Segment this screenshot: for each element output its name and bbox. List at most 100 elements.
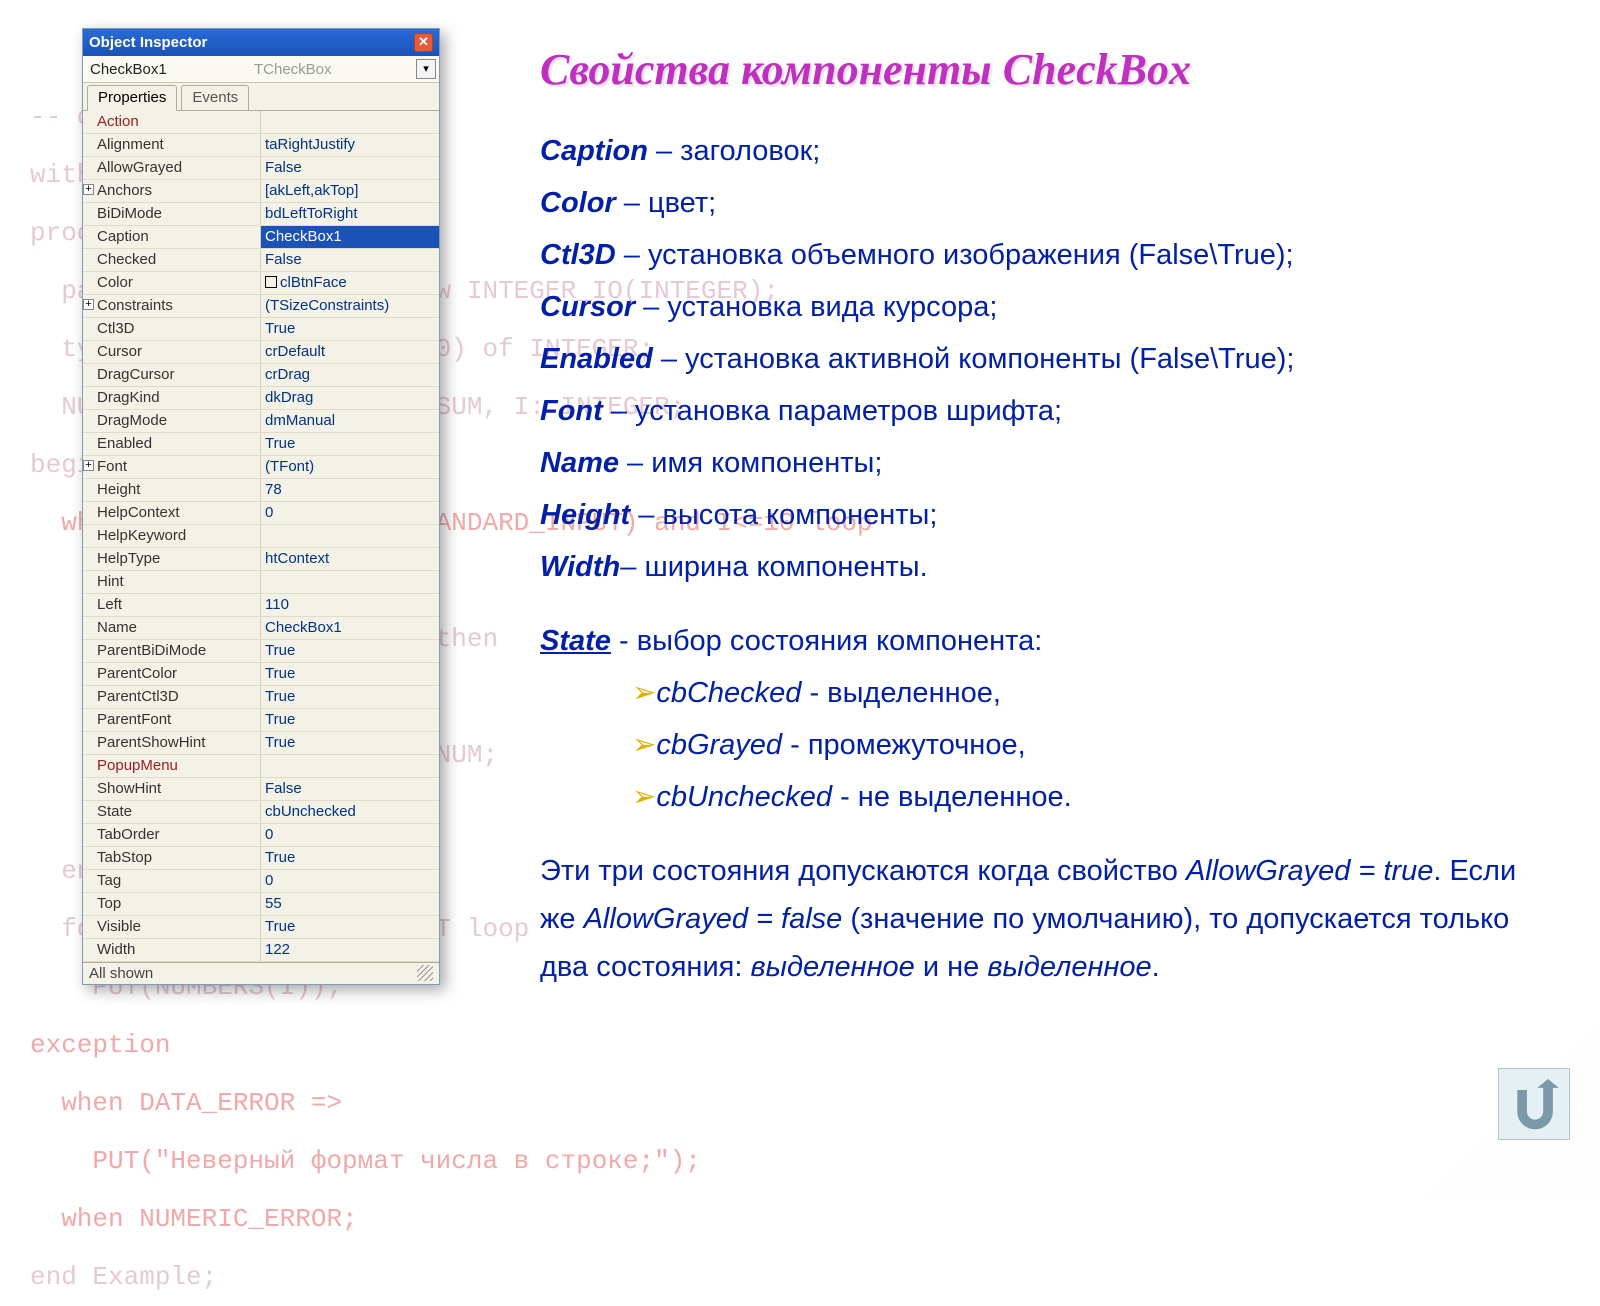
expand-icon[interactable]: + — [83, 184, 94, 195]
property-row[interactable]: HelpContext0 — [83, 502, 439, 525]
property-value[interactable]: (TFont) — [261, 456, 439, 478]
resize-grip-icon[interactable] — [417, 965, 433, 981]
property-value[interactable]: [akLeft,akTop] — [261, 180, 439, 202]
property-row[interactable]: +Anchors[akLeft,akTop] — [83, 180, 439, 203]
property-row[interactable]: Left110 — [83, 594, 439, 617]
property-row[interactable]: TabStopTrue — [83, 847, 439, 870]
property-row[interactable]: CursorcrDefault — [83, 341, 439, 364]
property-row[interactable]: StatecbUnchecked — [83, 801, 439, 824]
property-row[interactable]: Width122 — [83, 939, 439, 962]
property-row[interactable]: DragKinddkDrag — [83, 387, 439, 410]
property-value[interactable]: True — [261, 663, 439, 685]
property-name: Alignment — [83, 134, 261, 156]
property-value[interactable]: True — [261, 433, 439, 455]
property-value[interactable]: dkDrag — [261, 387, 439, 409]
property-value[interactable] — [261, 525, 439, 547]
property-row[interactable]: Ctl3DTrue — [83, 318, 439, 341]
property-value[interactable]: taRightJustify — [261, 134, 439, 156]
property-value[interactable]: True — [261, 847, 439, 869]
property-value[interactable]: 78 — [261, 479, 439, 501]
property-row[interactable]: Tag0 — [83, 870, 439, 893]
property-value[interactable]: True — [261, 318, 439, 340]
property-row[interactable]: ColorclBtnFace — [83, 272, 439, 295]
property-row[interactable]: PopupMenu — [83, 755, 439, 778]
property-value[interactable]: htContext — [261, 548, 439, 570]
property-row[interactable]: ShowHintFalse — [83, 778, 439, 801]
property-value[interactable]: True — [261, 686, 439, 708]
property-value[interactable] — [261, 571, 439, 593]
property-row[interactable]: ParentCtl3DTrue — [83, 686, 439, 709]
property-row[interactable]: HelpTypehtContext — [83, 548, 439, 571]
expand-icon[interactable]: + — [83, 299, 94, 310]
property-row[interactable]: HelpKeyword — [83, 525, 439, 548]
property-row[interactable]: DragModedmManual — [83, 410, 439, 433]
property-value[interactable]: True — [261, 709, 439, 731]
chevron-down-icon[interactable]: ▾ — [416, 59, 436, 79]
property-value[interactable]: 122 — [261, 939, 439, 961]
property-name: BiDiMode — [83, 203, 261, 225]
property-name: Width — [83, 939, 261, 961]
property-value[interactable]: True — [261, 732, 439, 754]
property-row[interactable]: CheckedFalse — [83, 249, 439, 272]
property-name: Top — [83, 893, 261, 915]
property-row[interactable]: NameCheckBox1 — [83, 617, 439, 640]
property-name: ParentFont — [83, 709, 261, 731]
property-value[interactable]: False — [261, 249, 439, 271]
property-value[interactable]: bdLeftToRight — [261, 203, 439, 225]
state-item: ➢cbGrayed - промежуточное, — [540, 719, 1520, 771]
property-value[interactable]: clBtnFace — [261, 272, 439, 294]
expand-icon[interactable]: + — [83, 460, 94, 471]
property-item: Font – установка параметров шрифта; — [540, 385, 1520, 437]
property-row[interactable]: Hint — [83, 571, 439, 594]
property-value[interactable]: 55 — [261, 893, 439, 915]
property-row[interactable]: Top55 — [83, 893, 439, 916]
property-row[interactable]: +Constraints(TSizeConstraints) — [83, 295, 439, 318]
titlebar[interactable]: Object Inspector ✕ — [83, 29, 439, 56]
property-value[interactable]: True — [261, 640, 439, 662]
property-row[interactable]: AlignmenttaRightJustify — [83, 134, 439, 157]
tab-events[interactable]: Events — [181, 85, 249, 110]
property-row[interactable]: EnabledTrue — [83, 433, 439, 456]
property-row[interactable]: Action — [83, 111, 439, 134]
status-bar: All shown — [83, 962, 439, 984]
property-value[interactable]: 0 — [261, 502, 439, 524]
component-selector[interactable]: CheckBox1 TCheckBox ▾ — [83, 56, 439, 83]
property-row[interactable]: VisibleTrue — [83, 916, 439, 939]
property-value[interactable]: 110 — [261, 594, 439, 616]
property-row[interactable]: ParentBiDiModeTrue — [83, 640, 439, 663]
property-row[interactable]: Height78 — [83, 479, 439, 502]
property-row[interactable]: ParentShowHintTrue — [83, 732, 439, 755]
property-value[interactable] — [261, 111, 439, 133]
property-name: Caption — [83, 226, 261, 248]
property-value[interactable] — [261, 755, 439, 777]
state-values: ➢cbChecked - выделенное,➢cbGrayed - пром… — [540, 667, 1520, 823]
slide-content: Свойства компоненты CheckBox Caption – з… — [540, 44, 1520, 991]
property-value[interactable]: CheckBox1 — [261, 226, 439, 248]
property-item: Cursor – установка вида курсора; — [540, 281, 1520, 333]
property-value[interactable]: dmManual — [261, 410, 439, 432]
property-value[interactable]: False — [261, 778, 439, 800]
close-icon[interactable]: ✕ — [414, 33, 433, 52]
tab-properties[interactable]: Properties — [87, 85, 177, 111]
property-name: HelpType — [83, 548, 261, 570]
property-row[interactable]: ParentFontTrue — [83, 709, 439, 732]
property-value[interactable]: False — [261, 157, 439, 179]
property-value[interactable]: cbUnchecked — [261, 801, 439, 823]
property-row[interactable]: CaptionCheckBox1 — [83, 226, 439, 249]
property-value[interactable]: crDrag — [261, 364, 439, 386]
property-row[interactable]: TabOrder0 — [83, 824, 439, 847]
property-item: Color – цвет; — [540, 177, 1520, 229]
property-value[interactable]: (TSizeConstraints) — [261, 295, 439, 317]
property-value[interactable]: 0 — [261, 870, 439, 892]
component-name: CheckBox1 — [86, 61, 254, 78]
back-button[interactable] — [1498, 1068, 1570, 1140]
property-value[interactable]: 0 — [261, 824, 439, 846]
property-row[interactable]: BiDiModebdLeftToRight — [83, 203, 439, 226]
property-value[interactable]: crDefault — [261, 341, 439, 363]
property-row[interactable]: DragCursorcrDrag — [83, 364, 439, 387]
property-value[interactable]: True — [261, 916, 439, 938]
property-row[interactable]: +Font(TFont) — [83, 456, 439, 479]
property-row[interactable]: ParentColorTrue — [83, 663, 439, 686]
property-value[interactable]: CheckBox1 — [261, 617, 439, 639]
property-row[interactable]: AllowGrayedFalse — [83, 157, 439, 180]
